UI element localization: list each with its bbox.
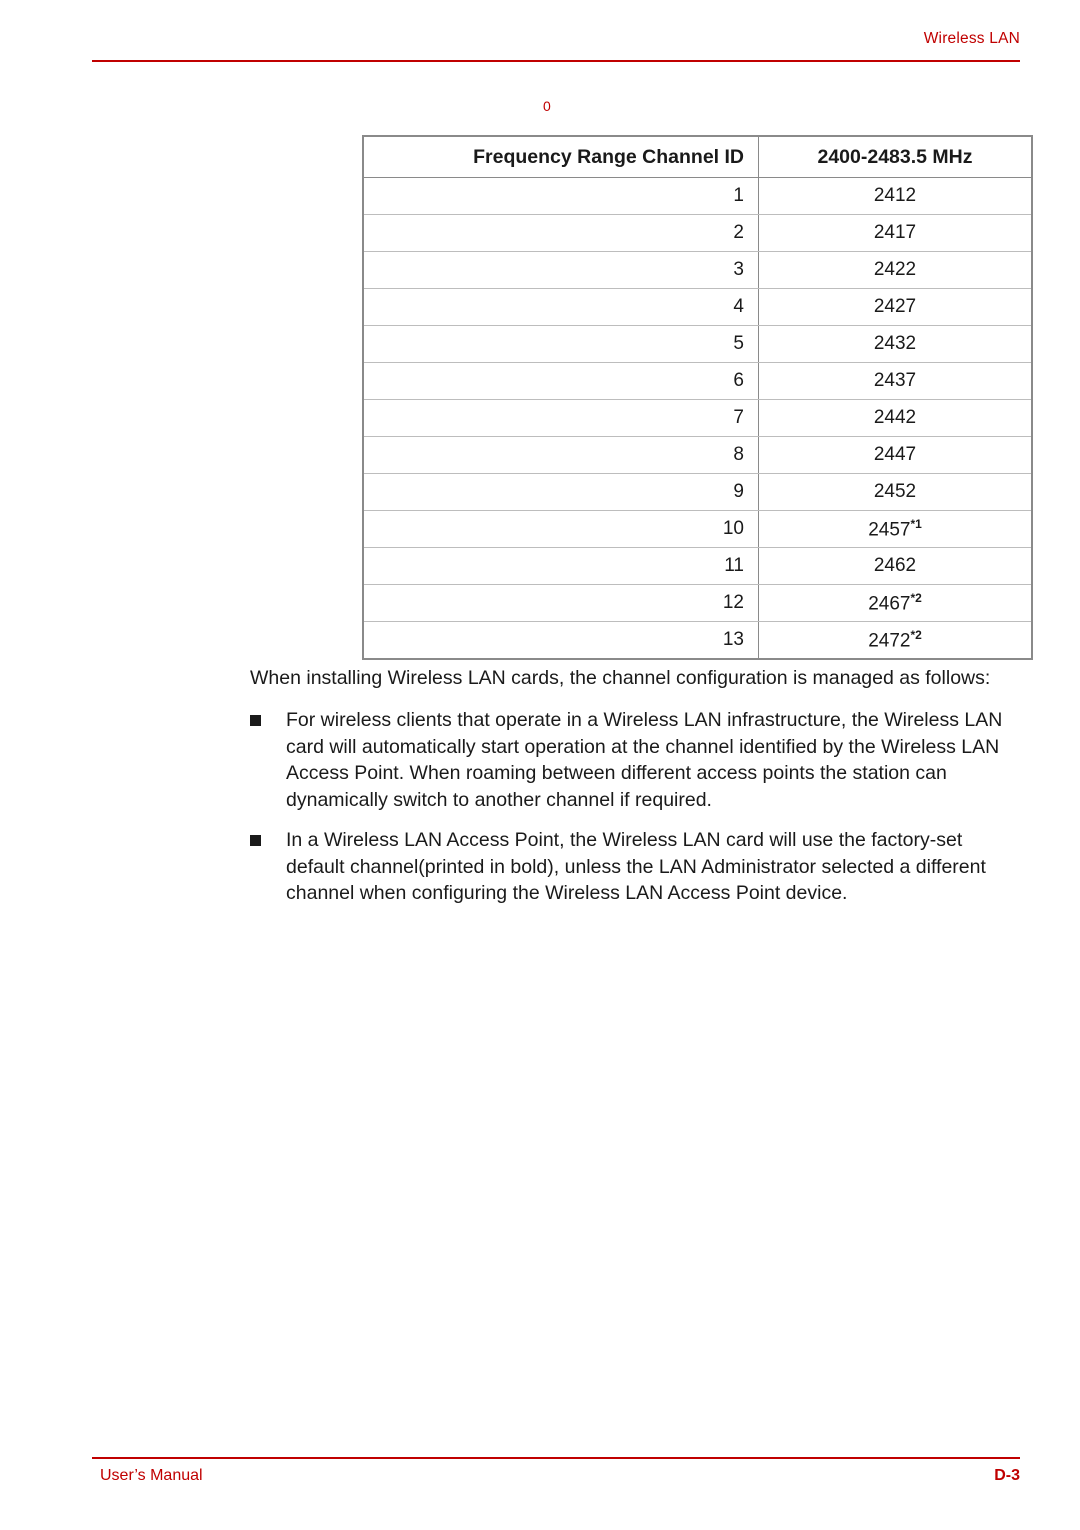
table-cell-channel-id: 5 [362, 325, 759, 363]
body-content: When installing Wireless LAN cards, the … [250, 665, 1020, 921]
bullet-text-2: In a Wireless LAN Access Point, the Wire… [286, 829, 986, 904]
table-row: 2 2417 [362, 214, 1033, 252]
bullet-text-1: For wireless clients that operate in a W… [286, 709, 1003, 811]
frequency-value: 2462 [873, 555, 917, 576]
frequency-value: 2422 [873, 259, 917, 280]
table-cell-channel-id: 12 [362, 584, 759, 622]
frequency-value: 2472 [868, 630, 911, 652]
table-cell-channel-id: 7 [362, 399, 759, 437]
table-cell-frequency: 2472*2 [758, 621, 1033, 660]
header-divider [92, 60, 1020, 62]
square-bullet-icon [250, 707, 286, 813]
table-row: 11 2462 [362, 547, 1033, 585]
table-cell-frequency: 2467*2 [758, 584, 1033, 622]
frequency-value: 2437 [873, 370, 917, 391]
table-cell-frequency: 2437 [758, 362, 1033, 400]
table-cell-frequency: 2412 [758, 177, 1033, 215]
table-cell-channel-id: 9 [362, 473, 759, 511]
table-row: 13 2472*2 [362, 621, 1033, 660]
frequency-value: 2417 [873, 222, 917, 243]
table-cell-frequency: 2432 [758, 325, 1033, 363]
table-cell-frequency: 2457*1 [758, 510, 1033, 548]
table-row: 6 2437 [362, 362, 1033, 400]
frequency-value: 2412 [873, 185, 917, 206]
table-header-row: Frequency Range Channel ID 2400-2483.5 M… [362, 135, 1033, 178]
table-row: 10 2457*1 [362, 510, 1033, 548]
frequency-footnote-marker: *1 [910, 516, 922, 531]
frequency-value: 2427 [873, 296, 917, 317]
table-row: 8 2447 [362, 436, 1033, 474]
intro-paragraph: When installing Wireless LAN cards, the … [250, 667, 991, 689]
frequency-footnote-marker: *2 [910, 590, 922, 605]
page-header: Wireless LAN [92, 30, 1020, 66]
footer-divider [92, 1457, 1020, 1459]
table-cell-channel-id: 3 [362, 251, 759, 289]
table-row: 12 2467*2 [362, 584, 1033, 622]
table-row: 5 2432 [362, 325, 1033, 363]
table-cell-frequency: 2417 [758, 214, 1033, 252]
document-page: Wireless LAN 0 Frequency Range Channel I… [0, 0, 1080, 1530]
frequency-table-container: Frequency Range Channel ID 2400-2483.5 M… [362, 135, 1033, 660]
table-cell-channel-id: 6 [362, 362, 759, 400]
frequency-footnote-marker: *2 [910, 627, 922, 642]
table-cell-channel-id: 2 [362, 214, 759, 252]
table-cell-channel-id: 13 [362, 621, 759, 660]
table-header-channel: Frequency Range Channel ID [362, 135, 759, 178]
table-row: 4 2427 [362, 288, 1033, 326]
header-title: Wireless LAN [923, 30, 1020, 47]
table-cell-frequency: 2447 [758, 436, 1033, 474]
frequency-value: 2442 [873, 407, 917, 428]
frequency-value: 2432 [873, 333, 917, 354]
table-row: 9 2452 [362, 473, 1033, 511]
table-header-frequency: 2400-2483.5 MHz [758, 135, 1033, 178]
frequency-value: 2457 [868, 519, 911, 541]
list-item: In a Wireless LAN Access Point, the Wire… [250, 827, 1020, 907]
list-item: For wireless clients that operate in a W… [250, 707, 1020, 813]
frequency-value: 2467 [868, 593, 911, 615]
frequency-value: 2447 [873, 444, 917, 465]
square-bullet-icon [250, 827, 286, 907]
footer-page-number: D-3 [994, 1467, 1020, 1484]
table-cell-frequency: 2422 [758, 251, 1033, 289]
table-row: 1 2412 [362, 177, 1033, 215]
table-row: 3 2422 [362, 251, 1033, 289]
table-cell-channel-id: 4 [362, 288, 759, 326]
table-cell-channel-id: 11 [362, 547, 759, 585]
table-cell-frequency: 2452 [758, 473, 1033, 511]
table-cell-frequency: 2462 [758, 547, 1033, 585]
footer-manual-label: User’s Manual [100, 1467, 203, 1484]
table-cell-channel-id: 10 [362, 510, 759, 548]
stray-marker: 0 [543, 98, 551, 114]
frequency-table: Frequency Range Channel ID 2400-2483.5 M… [362, 135, 1033, 660]
table-cell-channel-id: 1 [362, 177, 759, 215]
table-row: 7 2442 [362, 399, 1033, 437]
table-cell-channel-id: 8 [362, 436, 759, 474]
table-cell-frequency: 2427 [758, 288, 1033, 326]
frequency-value: 2452 [873, 481, 917, 502]
table-cell-frequency: 2442 [758, 399, 1033, 437]
